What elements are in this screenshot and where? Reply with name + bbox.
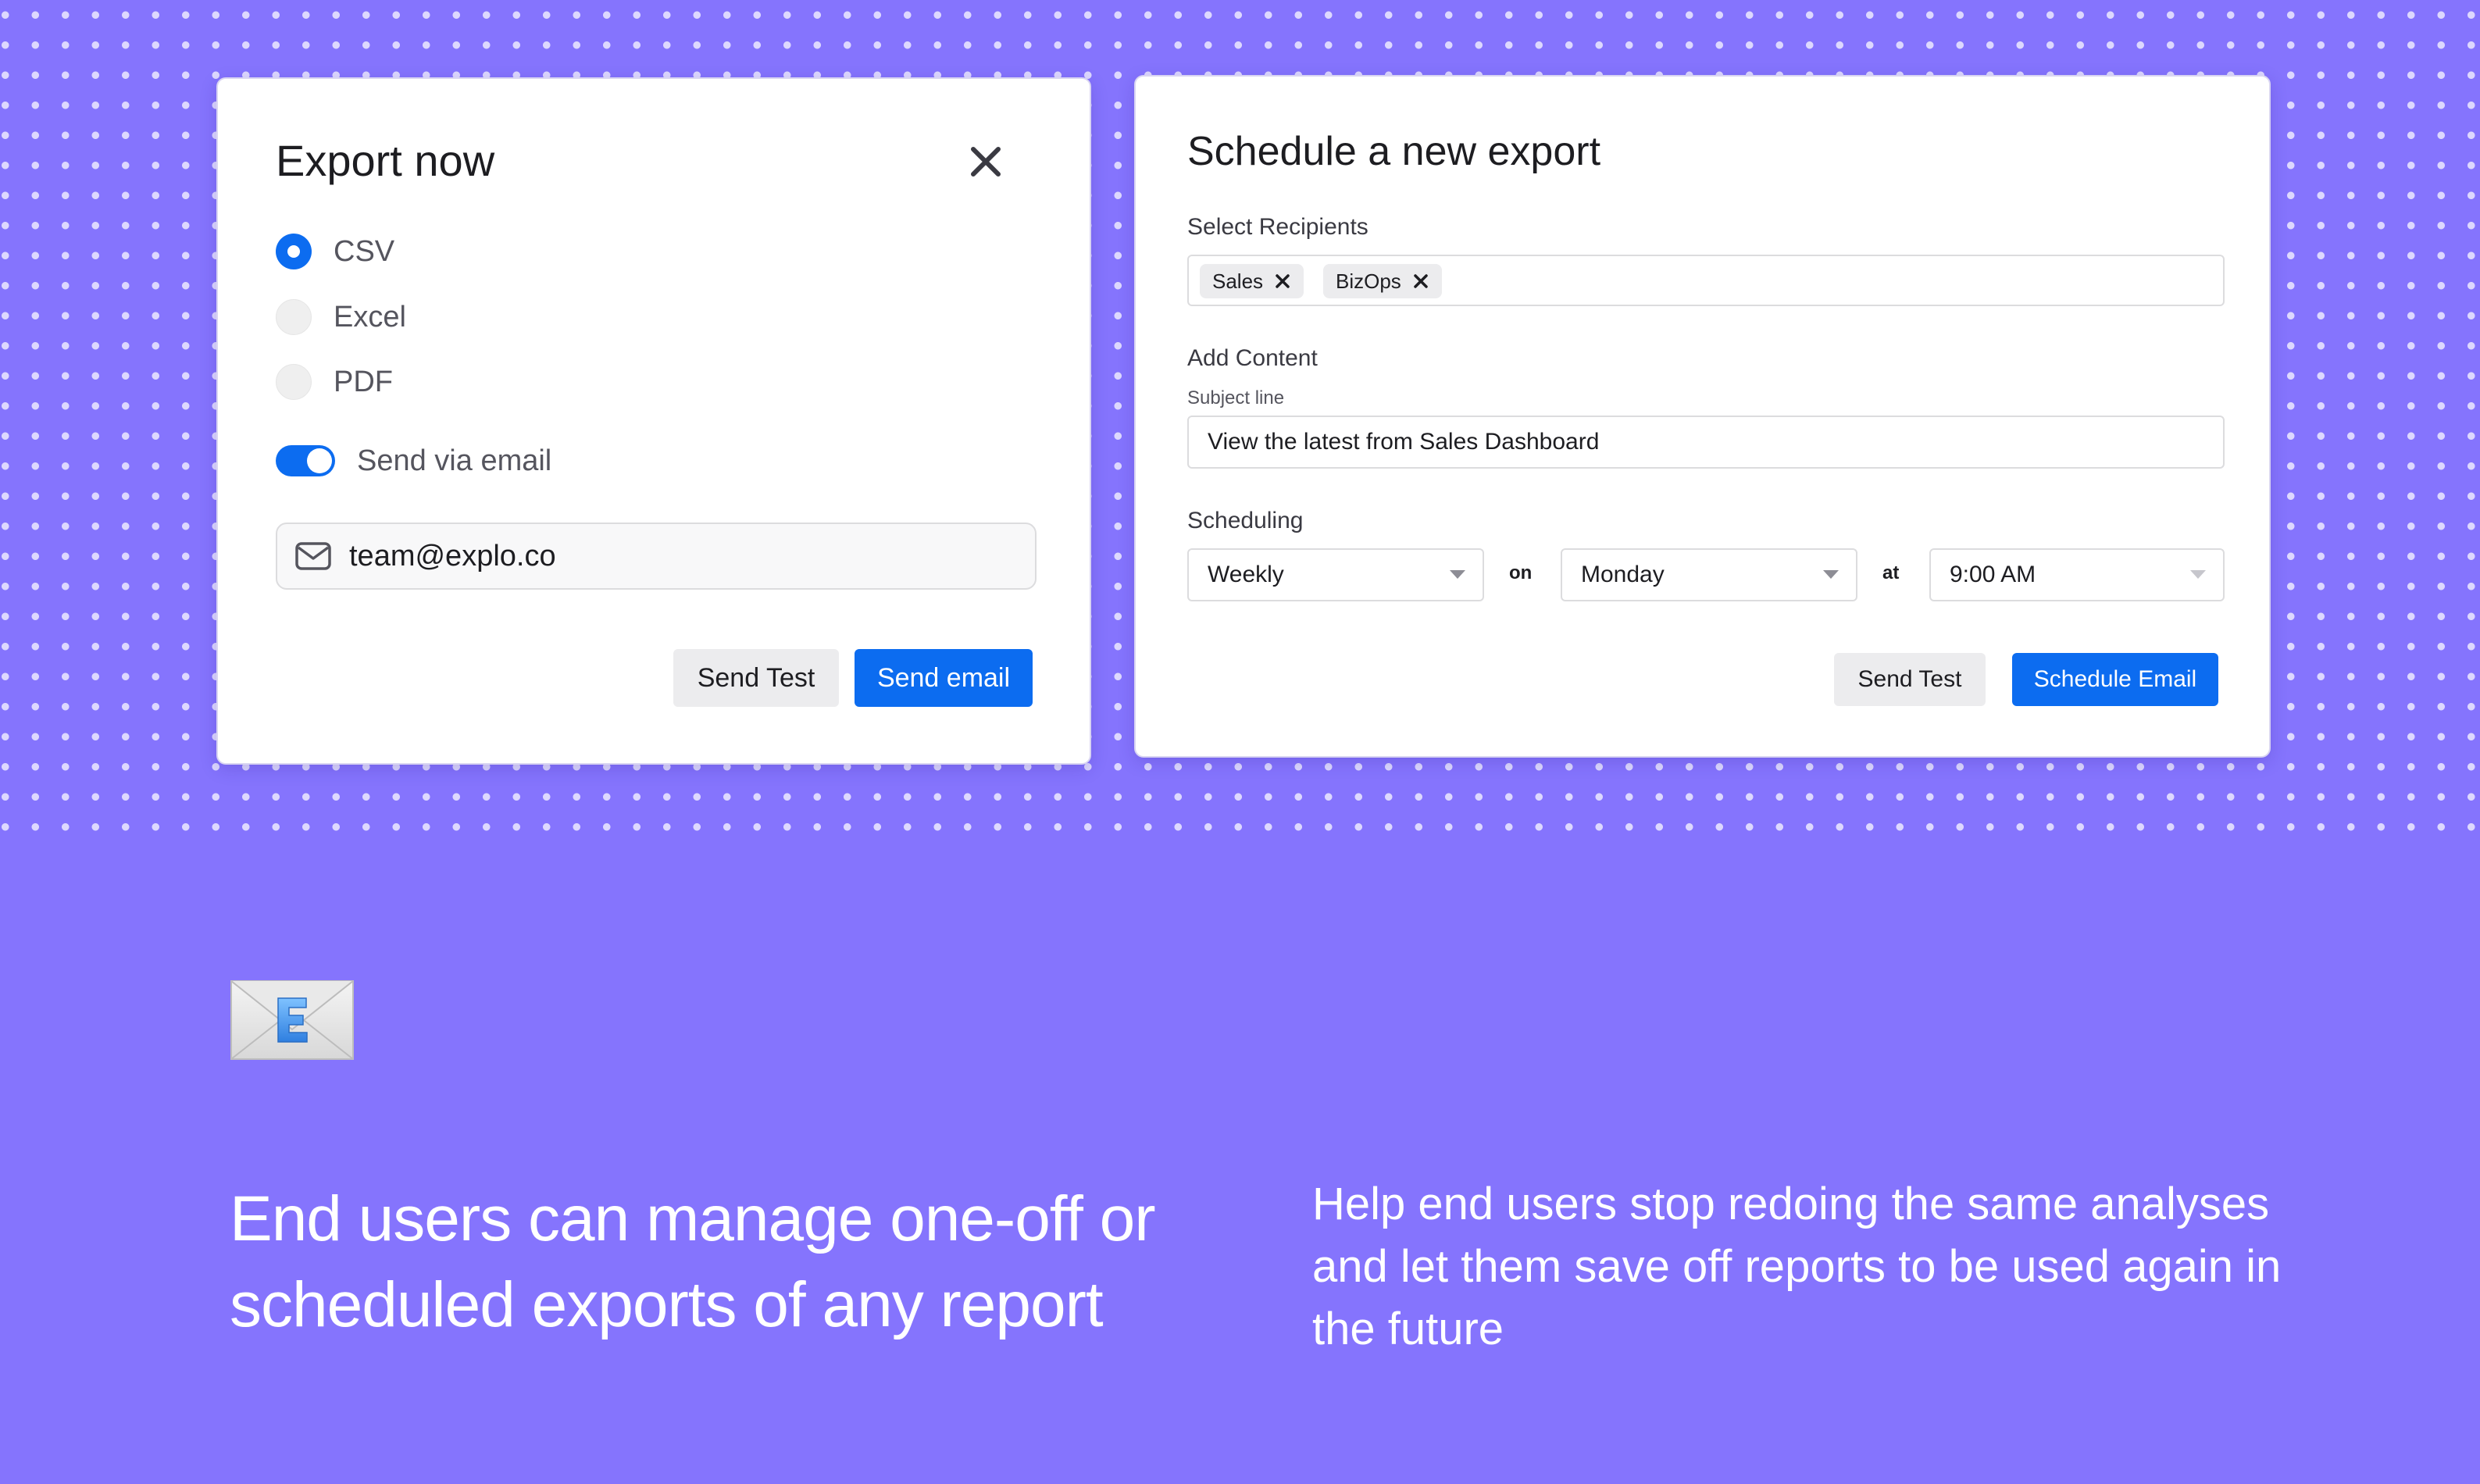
format-option-pdf[interactable]: PDF (276, 362, 393, 401)
email-field[interactable]: team@explo.co (276, 523, 1037, 590)
format-label: CSV (334, 234, 395, 268)
toggle-label: Send via email (357, 444, 552, 477)
radio-selected[interactable] (276, 234, 312, 269)
export-now-dialog: Export now CSV Excel PDF Send via email … (216, 77, 1091, 765)
close-icon[interactable] (962, 138, 1009, 185)
remove-chip-icon[interactable] (1274, 273, 1291, 290)
chip-label: BizOps (1336, 269, 1401, 293)
subject-value: View the latest from Sales Dashboard (1208, 429, 1600, 455)
format-label: PDF (334, 365, 393, 398)
time-value: 9:00 AM (1950, 562, 2036, 587)
email-value: team@explo.co (349, 539, 556, 573)
marketing-headline: End users can manage one-off or schedule… (230, 1183, 1156, 1340)
subject-line-label: Subject line (1187, 387, 1285, 408)
schedule-export-dialog: Schedule a new export Select Recipients … (1134, 75, 2271, 758)
chevron-down-icon (2190, 570, 2206, 579)
send-via-email-row[interactable]: Send via email (276, 441, 551, 480)
time-select[interactable]: 9:00 AM (1929, 548, 2225, 601)
schedule-email-button[interactable]: Schedule Email (2012, 653, 2218, 706)
send-via-email-toggle[interactable] (276, 445, 335, 476)
radio-unselected[interactable] (276, 299, 312, 335)
send-test-button[interactable]: Send Test (1834, 653, 1986, 706)
frequency-value: Weekly (1208, 562, 1284, 587)
mail-icon (295, 542, 331, 570)
chip-label: Sales (1212, 269, 1264, 293)
marketing-description: Help end users stop redoing the same ana… (1312, 1179, 2282, 1354)
send-test-button[interactable]: Send Test (673, 649, 839, 707)
subject-line-input[interactable]: View the latest from Sales Dashboard (1187, 416, 2225, 469)
at-connector: at (1882, 562, 1900, 583)
send-email-button[interactable]: Send email (855, 649, 1033, 707)
day-select[interactable]: Monday (1561, 548, 1857, 601)
recipient-chip: Sales (1200, 264, 1304, 298)
remove-chip-icon[interactable] (1412, 273, 1429, 290)
recipient-chip: BizOps (1323, 264, 1442, 298)
chevron-down-icon (1450, 570, 1465, 579)
on-connector: on (1509, 562, 1533, 583)
format-label: Excel (334, 300, 406, 334)
recipients-input[interactable]: Sales BizOps (1187, 255, 2225, 306)
day-value: Monday (1581, 562, 1665, 587)
scheduling-label: Scheduling (1187, 508, 1304, 533)
add-content-label: Add Content (1187, 345, 1318, 371)
radio-unselected[interactable] (276, 364, 312, 400)
recipients-label: Select Recipients (1187, 214, 1368, 240)
envelope-icon (230, 980, 354, 1060)
frequency-select[interactable]: Weekly (1187, 548, 1484, 601)
chevron-down-icon (1823, 570, 1839, 579)
dialog-title: Schedule a new export (1187, 129, 1601, 174)
format-option-csv[interactable]: CSV (276, 232, 394, 271)
format-option-excel[interactable]: Excel (276, 298, 406, 337)
dialog-title: Export now (276, 136, 495, 185)
